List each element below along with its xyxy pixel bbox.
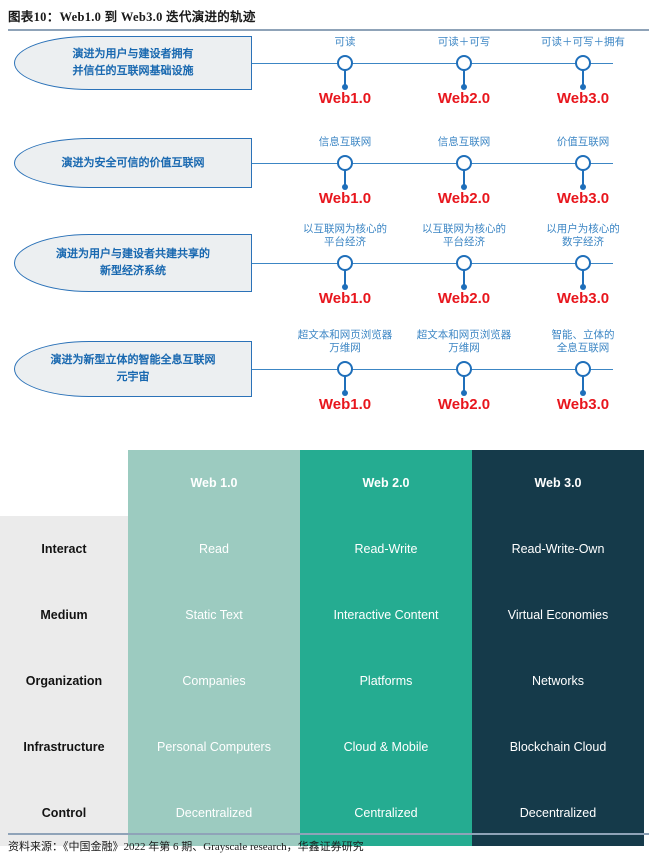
- diagram-row-2: 演进为安全可信的价值互联网 信息互联网 Web1.0 信息互联网 Web2.0 价值互联网…: [0, 128, 657, 214]
- node-version-label-2-2: Web2.0: [437, 190, 491, 207]
- comparison-table: Web 1.0 Web 2.0 Web 3.0 Interact Read Read…: [0, 450, 644, 846]
- evolution-label-text-4: 演进为新型立体的智能全息互联网 元宇宙: [50, 354, 216, 383]
- node-circle-icon: [456, 361, 472, 377]
- cell-3-2: Platforms: [300, 648, 472, 714]
- node-circle-icon: [575, 55, 591, 71]
- node-version-label-3-2: Web2.0: [437, 290, 491, 307]
- node-version-label-4-2: Web2.0: [437, 396, 491, 413]
- footer-divider: [8, 833, 649, 835]
- cell-2-1: Static Text: [128, 582, 300, 648]
- page-title: 图表10：Web1.0 到 Web3.0 迭代演进的轨迹: [8, 10, 256, 24]
- table-header-row: Web 1.0 Web 2.0 Web 3.0: [0, 450, 644, 516]
- evolution-label-shape-2: 演进为安全可信的价值互联网: [14, 138, 252, 188]
- node-circle-icon: [456, 255, 472, 271]
- evolution-label-text-3: 演进为用户与建设者共建共享的 新型经济系统: [56, 248, 210, 277]
- cell-2-2: Interactive Content: [300, 582, 472, 648]
- connector-line-3: [252, 263, 345, 265]
- node-version-label-2-1: Web1.0: [318, 190, 372, 207]
- evolution-label-shape-4: 演进为新型立体的智能全息互联网 元宇宙: [14, 341, 252, 397]
- node-version-label-4-1: Web1.0: [318, 396, 372, 413]
- table-row: Infrastructure Personal Computers Cloud & …: [0, 714, 644, 780]
- node-version-label-1-2: Web2.0: [437, 90, 491, 107]
- cell-2-3: Virtual Economies: [472, 582, 644, 648]
- node-caption-4-3: 智能、立体的 全息互联网: [551, 329, 615, 354]
- table-body: Interact Read Read-Write Read-Write-Own Medi…: [0, 516, 644, 846]
- node-version-label-2-3: Web3.0: [556, 190, 610, 207]
- connector-line-4: [252, 369, 345, 371]
- node-circle-icon: [575, 155, 591, 171]
- web-comparison-table: Web 1.0 Web 2.0 Web 3.0 Interact Read Read…: [0, 450, 657, 846]
- cell-3-3: Networks: [472, 648, 644, 714]
- node-caption-2-3: 价值互联网: [556, 136, 610, 148]
- table-row: Interact Read Read-Write Read-Write-Own: [0, 516, 644, 582]
- evolution-label-text-2: 演进为安全可信的价值互联网: [61, 156, 205, 169]
- evolution-label-shape-1: 演进为用户与建设者拥有 并信任的互联网基础设施: [14, 36, 252, 90]
- row-label-infrastructure: Infrastructure: [0, 714, 128, 780]
- table-row: Control Decentralized Centralized Decentral…: [0, 780, 644, 846]
- node-circle-icon: [337, 361, 353, 377]
- column-header-web2: Web 2.0: [300, 450, 472, 516]
- table-corner: [0, 450, 128, 516]
- source-note: 资料来源：《中国金融》2022 年第 6 期、Grayscale researc…: [8, 841, 364, 853]
- row-label-control: Control: [0, 780, 128, 846]
- cell-1-1: Read: [128, 516, 300, 582]
- node-circle-icon: [575, 361, 591, 377]
- connector-line-1: [252, 63, 345, 65]
- node-circle-icon: [337, 255, 353, 271]
- evolution-diagram: 演进为用户与建设者拥有 并信任的互联网基础设施 可读 Web1.0 可读＋可写 Web2…: [0, 28, 657, 433]
- cell-5-3: Decentralized: [472, 780, 644, 846]
- node-version-label-3-3: Web3.0: [556, 290, 610, 307]
- node-version-label-4-3: Web3.0: [556, 396, 610, 413]
- row-label-organization: Organization: [0, 648, 128, 714]
- node-circle-icon: [456, 155, 472, 171]
- row-label-interact: Interact: [0, 516, 128, 582]
- node-circle-icon: [337, 155, 353, 171]
- cell-1-3: Read-Write-Own: [472, 516, 644, 582]
- node-version-label-1-3: Web3.0: [556, 90, 610, 107]
- node-version-label-1-1: Web1.0: [318, 90, 372, 107]
- node-version-label-3-1: Web1.0: [318, 290, 372, 307]
- cell-3-1: Companies: [128, 648, 300, 714]
- node-caption-3-3: 以用户为核心的 数字经济: [546, 223, 620, 248]
- timeline-axis-3: [345, 263, 613, 265]
- cell-4-3: Blockchain Cloud: [472, 714, 644, 780]
- table-row: Medium Static Text Interactive Content Virt…: [0, 582, 644, 648]
- connector-line-2: [252, 163, 345, 165]
- cell-1-2: Read-Write: [300, 516, 472, 582]
- row-label-medium: Medium: [0, 582, 128, 648]
- diagram-row-3: 演进为用户与建设者共建共享的 新型经济系统 以互联网为核心的 平台经济 Web1.0…: [0, 218, 657, 314]
- cell-4-1: Personal Computers: [128, 714, 300, 780]
- cell-5-1: Decentralized: [128, 780, 300, 846]
- cell-4-2: Cloud & Mobile: [300, 714, 472, 780]
- diagram-row-4: 演进为新型立体的智能全息互联网 元宇宙 超文本和网页浏览器 万维网 Web1.0 超文…: [0, 324, 657, 420]
- column-header-web3: Web 3.0: [472, 450, 644, 516]
- timeline-axis-4: [345, 369, 613, 371]
- table-row: Organization Companies Platforms Networks: [0, 648, 644, 714]
- node-circle-icon: [337, 55, 353, 71]
- node-circle-icon: [456, 55, 472, 71]
- evolution-label-shape-3: 演进为用户与建设者共建共享的 新型经济系统: [14, 234, 252, 292]
- node-circle-icon: [575, 255, 591, 271]
- cell-5-2: Centralized: [300, 780, 472, 846]
- timeline-axis-1: [345, 63, 613, 65]
- node-caption-1-3: 可读＋可写＋拥有: [541, 36, 625, 48]
- column-header-web1: Web 1.0: [128, 450, 300, 516]
- evolution-label-text-1: 演进为用户与建设者拥有 并信任的互联网基础设施: [72, 48, 194, 77]
- timeline-axis-2: [345, 163, 613, 165]
- diagram-row-1: 演进为用户与建设者拥有 并信任的互联网基础设施 可读 Web1.0 可读＋可写 Web2…: [0, 28, 657, 114]
